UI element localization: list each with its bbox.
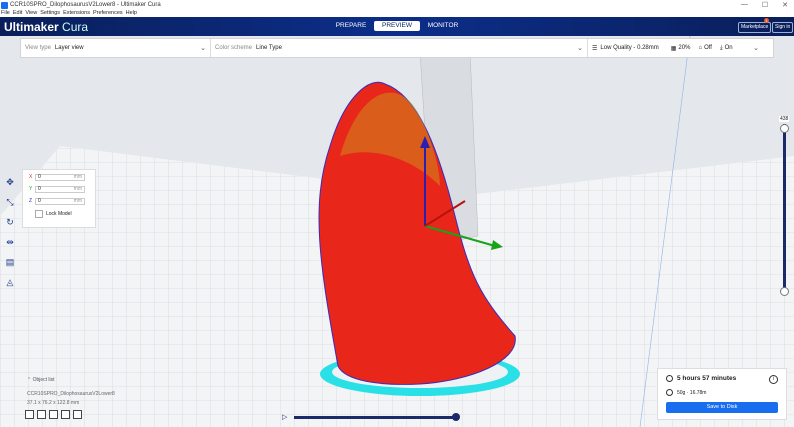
chevron-down-icon: ⌄ — [200, 45, 206, 52]
output-panel: 5 hours 57 minutes i 50g · 16.78m Save t… — [657, 368, 787, 420]
support-value: Off — [704, 45, 712, 51]
menu-help[interactable]: Help — [126, 10, 137, 17]
lock-model-checkbox[interactable]: Lock Model — [35, 210, 95, 218]
tab-monitor[interactable]: MONITOR — [420, 21, 466, 31]
minimize-icon[interactable]: — — [741, 1, 748, 9]
quality-value: Low Quality - 0.28mm — [600, 45, 659, 51]
view-type-dropdown[interactable]: View type Layer view ⌄ — [21, 39, 211, 57]
ultimaker-logo: Ultimaker Cura — [4, 19, 89, 34]
color-scheme-dropdown[interactable]: Color scheme Line Type ⌄ — [211, 39, 588, 57]
layer-slider-upper-handle[interactable] — [780, 124, 789, 133]
path-slider-track[interactable] — [294, 416, 454, 419]
object-name: CCR10SPRO_DilophosaurusV2Lower8 — [27, 391, 115, 397]
path-slider-handle[interactable] — [452, 413, 460, 421]
z-field[interactable]: 0 mm — [35, 197, 85, 205]
checkbox-icon — [35, 210, 43, 218]
menu-settings[interactable]: Settings — [40, 10, 60, 17]
marketplace-badge: 1 — [764, 18, 769, 23]
save-to-disk-button[interactable]: Save to Disk — [666, 402, 778, 413]
marketplace-button[interactable]: Marketplace — [738, 22, 772, 33]
material-usage: 50g · 16.78m — [677, 389, 707, 396]
menu-view[interactable]: View — [25, 10, 37, 17]
play-icon[interactable]: ▷ — [282, 413, 287, 421]
y-field[interactable]: 0 mm — [35, 185, 85, 193]
x-field[interactable]: 0 mm — [35, 173, 85, 181]
object-list-toggle[interactable]: ⌃ Object list — [27, 377, 55, 383]
support-blocker-icon[interactable]: ◬ — [4, 272, 16, 292]
adhesion-icon: ⤓ — [719, 44, 723, 51]
per-model-settings-icon[interactable]: ▤ — [4, 252, 16, 272]
cura-app-icon — [1, 1, 8, 9]
title-bar: CCR10SPRO_DilophosaurusV2Lower8 - Ultima… — [0, 0, 794, 10]
scale-tool-icon[interactable]: ⤡ — [4, 192, 16, 212]
top-view-icon[interactable] — [49, 410, 58, 419]
tab-prepare[interactable]: PREPARE — [328, 21, 374, 31]
layer-slider-lower-handle[interactable] — [780, 287, 789, 296]
support-icon: ⌂ — [698, 45, 703, 51]
infill-icon: ▦ — [670, 45, 677, 52]
sign-in-button[interactable]: Sign in — [772, 22, 794, 33]
move-tool-icon[interactable]: ✥ — [4, 172, 16, 192]
object-dimensions: 37.1 x 76.2 x 122.8 mm — [27, 400, 80, 406]
sliders-icon: ☰ — [592, 45, 598, 52]
infill-value: 20% — [678, 45, 691, 51]
menu-file[interactable]: File — [1, 10, 10, 17]
menu-extensions[interactable]: Extensions — [63, 10, 90, 17]
menu-bar: File Edit View Settings Extensions Prefe… — [0, 10, 794, 17]
chevron-down-icon: ⌄ — [577, 45, 583, 52]
maximize-icon[interactable]: ☐ — [762, 1, 768, 9]
print-settings-dropdown[interactable]: ☰ Low Quality - 0.28mm ▦ 20% ⌂ Off ⤓ On … — [588, 39, 763, 57]
app-header: Ultimaker Cura PREPARE PREVIEW MONITOR — [0, 17, 794, 36]
info-icon[interactable]: i — [769, 375, 778, 384]
camera-views — [25, 410, 82, 419]
spool-icon — [666, 389, 673, 396]
close-icon[interactable]: ✕ — [782, 1, 788, 9]
rotate-tool-icon[interactable]: ↻ — [4, 212, 16, 232]
view-toolbar: View type Layer view ⌄ Color scheme Line Ty… — [20, 38, 774, 58]
3d-view-icon[interactable] — [25, 410, 34, 419]
layer-slider-track[interactable] — [783, 124, 786, 294]
tab-preview[interactable]: PREVIEW — [374, 21, 420, 31]
simulation-bar: ▷ — [282, 412, 462, 422]
adhesion-value: On — [724, 45, 733, 51]
front-view-icon[interactable] — [37, 410, 46, 419]
menu-preferences[interactable]: Preferences — [93, 10, 123, 17]
chevron-down-icon: ⌄ — [753, 45, 759, 52]
left-view-icon[interactable] — [61, 410, 70, 419]
tool-bar: ✥ ⤡ ↻ ⇹ ▤ ◬ — [4, 172, 16, 292]
mirror-tool-icon[interactable]: ⇹ — [4, 232, 16, 252]
menu-edit[interactable]: Edit — [13, 10, 22, 17]
move-panel: X 0 mm Y 0 mm Z 0 mm Lock Model — [22, 169, 96, 228]
print-time: 5 hours 57 minutes — [677, 375, 737, 382]
window-title: CCR10SPRO_DilophosaurusV2Lower8 - Ultima… — [10, 2, 161, 8]
clock-icon — [666, 375, 673, 382]
layer-number: 438 — [779, 116, 790, 122]
right-view-icon[interactable] — [73, 410, 82, 419]
